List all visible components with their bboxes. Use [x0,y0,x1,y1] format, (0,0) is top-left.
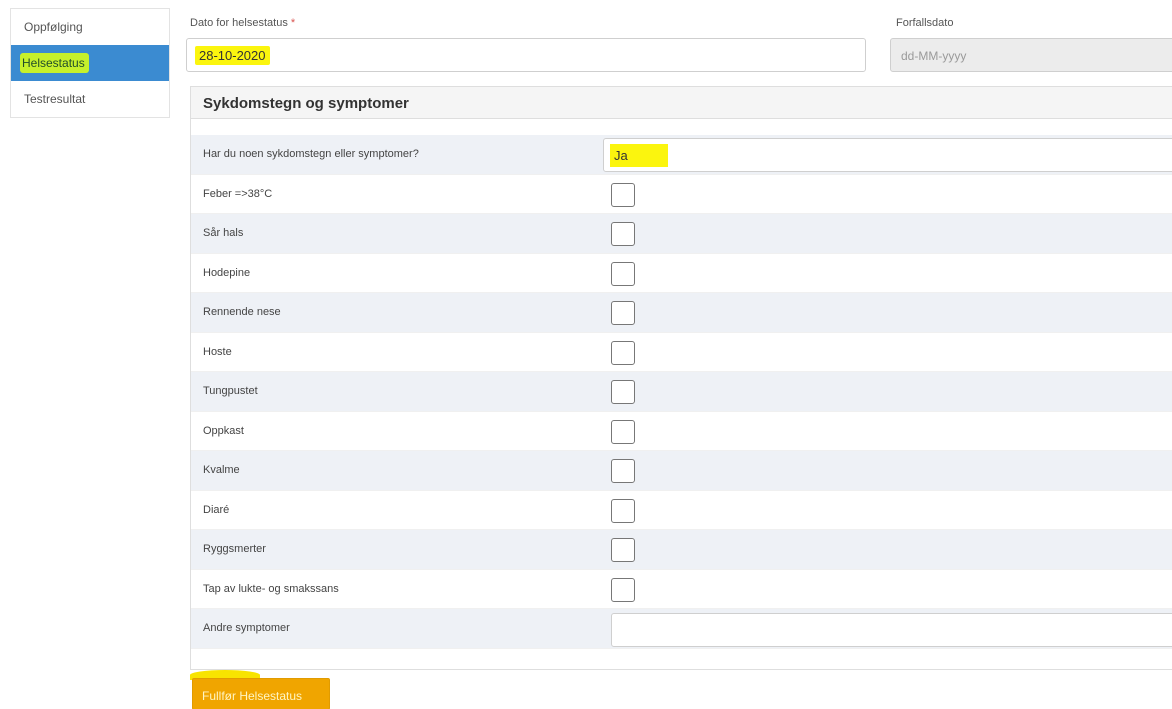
symptom-row: Ryggsmerter [191,530,1172,570]
sidebar-item-testresultat[interactable]: Testresultat [11,81,169,117]
date-input[interactable]: 28-10-2020 [186,38,866,72]
due-date-input[interactable]: dd-MM-yyyy [890,38,1172,72]
other-symptoms-input[interactable] [611,613,1172,647]
sidebar-item-oppfolging[interactable]: Oppfølging [11,9,169,45]
symptom-checkbox-diare[interactable] [611,498,635,523]
symptom-checkbox-hoste[interactable] [611,340,635,365]
symptoms-answer-value: Ja [610,144,668,167]
symptom-row: Rennende nese [191,293,1172,333]
sidebar-item-label: Helsestatus [20,53,89,73]
symptom-checkbox-sar-hals[interactable] [611,222,635,246]
symptom-label: Hoste [203,345,232,358]
symptoms-answer-select[interactable]: Ja [603,138,1172,172]
symptom-row: Kvalme [191,451,1172,491]
date-field-label: Dato for helsestatus * [190,17,295,29]
symptoms-panel: Sykdomstegn og symptomer Har du noen syk… [190,86,1172,670]
symptom-checkbox-lukt-smak[interactable] [611,577,635,602]
due-date-placeholder: dd-MM-yyyy [901,49,967,63]
symptom-row: Sår hals [191,214,1172,254]
panel-title: Sykdomstegn og symptomer [191,87,1172,119]
symptom-row: Hodepine [191,254,1172,293]
other-symptoms-row: Andre symptomer [191,609,1172,649]
symptom-row: Tap av lukte- og smakssans [191,570,1172,609]
question-row: Har du noen sykdomstegn eller symptomer?… [191,135,1172,175]
symptom-label: Sår hals [203,227,244,239]
symptom-checkbox-rennende-nese[interactable] [611,301,635,325]
symptom-label: Ryggsmerter [203,543,266,555]
symptom-label: Hodepine [203,266,251,279]
symptom-label: Kvalme [203,464,240,476]
page: Oppfølging Helsestatus Testresultat Dato… [0,0,1172,709]
date-label-text: Dato for helsestatus [190,17,288,29]
required-mark: * [290,17,296,29]
symptom-checkbox-oppkast[interactable] [611,419,635,444]
symptom-label: Feber =>38°C [203,187,273,200]
date-value: 28-10-2020 [195,46,270,65]
sidebar-item-helsestatus[interactable]: Helsestatus [11,45,169,81]
other-symptoms-label: Andre symptomer [203,622,290,634]
sidebar-item-label: Oppfølging [24,20,83,34]
symptom-checkbox-feber[interactable] [611,182,635,207]
sidebar-item-label: Testresultat [24,92,86,106]
symptom-label: Rennende nese [203,306,281,318]
symptom-checkbox-kvalme[interactable] [611,459,635,483]
symptom-row: Feber =>38°C [191,175,1172,214]
symptoms-list: Har du noen sykdomstegn eller symptomer?… [191,135,1172,649]
question-label: Har du noen sykdomstegn eller symptomer? [203,148,419,160]
due-date-label: Forfallsdato [896,17,954,29]
symptom-checkbox-ryggsmerter[interactable] [611,538,635,562]
symptom-row: Oppkast [191,412,1172,451]
symptom-label: Tap av lukte- og smakssans [203,582,339,595]
symptom-row: Diaré [191,491,1172,530]
symptom-label: Oppkast [203,424,244,437]
complete-helsestatus-button[interactable]: Fullfør Helsestatus [192,678,330,709]
symptom-checkbox-hodepine[interactable] [611,261,635,286]
symptom-row: Tungpustet [191,372,1172,412]
symptom-label: Tungpustet [203,385,258,397]
symptom-checkbox-tungpustet[interactable] [611,380,635,404]
symptom-label: Diaré [203,503,230,516]
sidebar-nav: Oppfølging Helsestatus Testresultat [10,8,170,118]
symptom-row: Hoste [191,333,1172,372]
